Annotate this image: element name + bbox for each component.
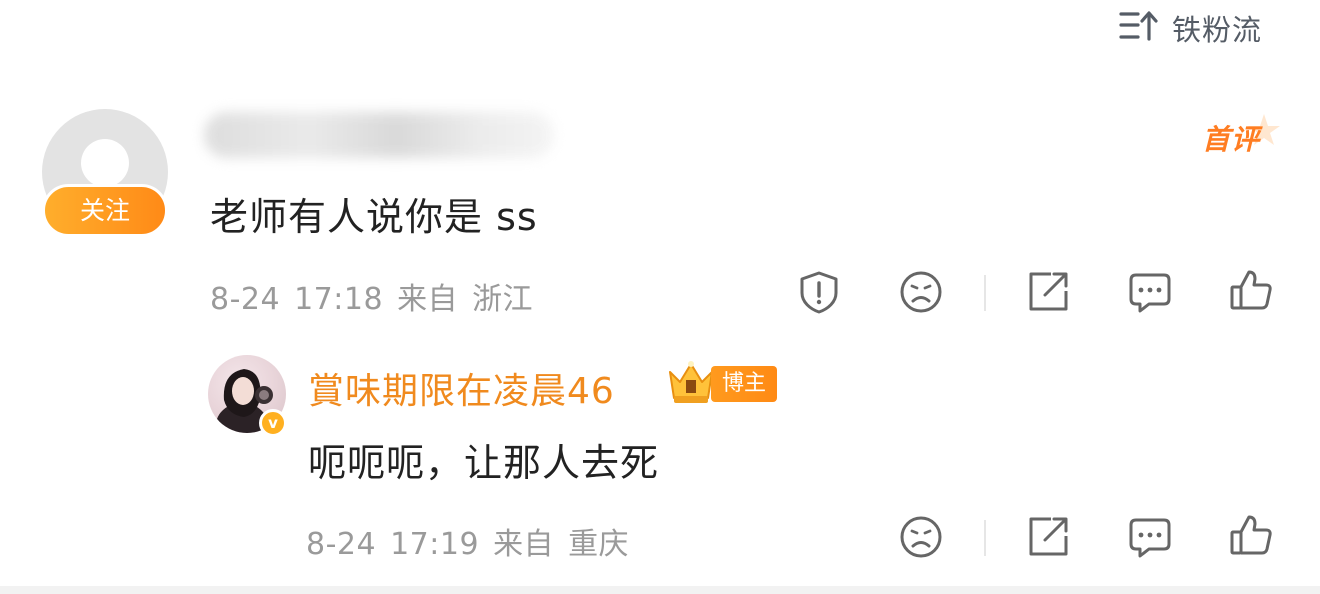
follow-button[interactable]: 关注	[42, 184, 168, 237]
like-icon[interactable]	[1228, 267, 1274, 313]
sort-toggle[interactable]: 铁粉流	[1118, 8, 1262, 48]
reply-text: 呃呃呃，让那人去死	[308, 441, 660, 485]
dislike-icon[interactable]	[898, 269, 944, 315]
comment-icon[interactable]	[1127, 514, 1173, 560]
blurred-username[interactable]	[204, 112, 554, 158]
crown-icon	[666, 358, 716, 406]
reply-username[interactable]: 賞味期限在凌晨46	[308, 362, 615, 414]
reply-meta: 8-24 17:19 来自 重庆	[306, 519, 629, 563]
divider	[984, 275, 986, 311]
author-badge: 博主	[711, 366, 777, 402]
comment-location: 浙江	[472, 282, 534, 317]
verified-badge: v	[259, 409, 287, 437]
sort-lines-arrow-icon	[1118, 8, 1160, 48]
divider	[984, 520, 986, 556]
bottom-divider	[0, 586, 1320, 594]
comment-time: 17:18	[294, 282, 384, 317]
reply-location: 重庆	[568, 527, 630, 562]
share-icon[interactable]	[1025, 514, 1071, 560]
like-icon[interactable]	[1228, 512, 1274, 558]
comment-date: 8-24	[210, 282, 281, 317]
dislike-icon[interactable]	[898, 514, 944, 560]
report-icon[interactable]	[796, 269, 842, 315]
first-comment-badge: 首评	[1200, 112, 1280, 162]
share-icon[interactable]	[1025, 269, 1071, 315]
comment-icon[interactable]	[1127, 269, 1173, 315]
reply-date: 8-24	[306, 527, 377, 562]
reply-from-label: 来自	[493, 527, 555, 562]
reply-time: 17:19	[390, 527, 480, 562]
sort-label: 铁粉流	[1172, 13, 1263, 47]
comment-meta: 8-24 17:18 来自 浙江	[210, 274, 533, 318]
comment-text: 老师有人说你是 ss	[210, 195, 538, 239]
comment-from-label: 来自	[397, 282, 459, 317]
